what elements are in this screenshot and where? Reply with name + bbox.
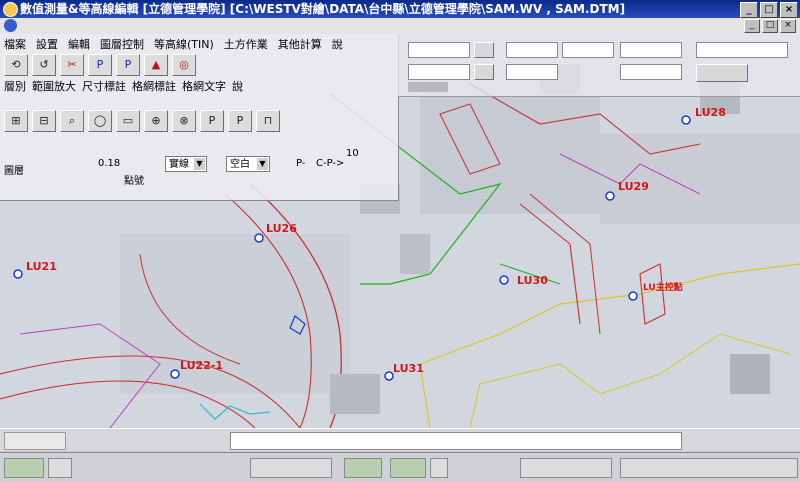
rect-icon[interactable]: ▭	[116, 110, 140, 132]
status-cell-5	[390, 458, 426, 478]
minimize-button[interactable]: _	[740, 2, 758, 18]
fill-select[interactable]: 空白 ▼	[226, 156, 270, 172]
point-label: LU28	[695, 106, 726, 119]
app-icon	[3, 2, 18, 17]
point-p2-icon[interactable]: P	[228, 110, 252, 132]
layer-label: 圖層	[4, 166, 24, 177]
command-bar	[0, 428, 800, 451]
maximize-button[interactable]: □	[760, 2, 778, 18]
zoom-icon[interactable]: ⌕	[60, 110, 84, 132]
point-label: LU主控點	[643, 281, 683, 293]
point-label: LU30	[517, 274, 548, 287]
doc-minimize-button[interactable]: _	[744, 19, 760, 33]
target-icon[interactable]: ⊕	[144, 110, 168, 132]
close-button[interactable]: ×	[780, 2, 798, 18]
cut-button[interactable]: ✂	[60, 54, 84, 76]
line-type-select[interactable]: 實線 ▼	[165, 156, 207, 172]
title-bar: 數值測量&等高線編輯 [立德管理學院] [C:\WESTV對繪\DATA\台中縣…	[0, 0, 800, 18]
no-entry-icon[interactable]: ◎	[172, 54, 196, 76]
grid-plus-icon[interactable]: ⊞	[4, 110, 28, 132]
toolbar-row-2: 層別 範圍放大 尺寸標註 格網標註 格網文字 說	[4, 78, 243, 94]
point-label: LU21	[26, 260, 57, 273]
status-cell-2	[48, 458, 72, 478]
zoom-range-tab[interactable]: 範圍放大	[32, 78, 76, 94]
prop-field-8[interactable]	[620, 64, 682, 80]
dimension-tab[interactable]: 尺寸標註	[82, 78, 126, 94]
status-cell-8	[620, 458, 798, 478]
toolbar-row-3: ⊞ ⊟ ⌕ ◯ ▭ ⊕ ⊗ P P ⊓	[4, 110, 280, 132]
point-label: LU26	[266, 222, 297, 235]
fill-value: 空白	[230, 159, 250, 170]
property-panel	[398, 34, 800, 97]
cross-circle-icon[interactable]: ⊗	[172, 110, 196, 132]
status-cell-6	[430, 458, 448, 478]
redo-button[interactable]: ↺	[32, 54, 56, 76]
line-type-value: 實線	[169, 159, 189, 170]
menu-edit[interactable]: 編輯	[68, 36, 90, 50]
menu-help[interactable]: 說	[332, 36, 343, 50]
point-button[interactable]: P	[88, 54, 112, 76]
point-label: LU31	[393, 362, 424, 375]
menu-layer[interactable]: 圖層控制	[100, 36, 144, 50]
menu-file[interactable]: 檔案	[4, 36, 26, 50]
menu-contour[interactable]: 等高線(TIN)	[154, 36, 214, 50]
command-prefix	[4, 432, 66, 450]
point-p-icon[interactable]: P	[200, 110, 224, 132]
command-input[interactable]	[230, 432, 682, 450]
prop-field-1[interactable]	[408, 42, 470, 58]
line-width-value: 0.18	[98, 158, 121, 169]
undo-button[interactable]: ⟲	[4, 54, 28, 76]
p-minus-label[interactable]: P-	[296, 158, 305, 169]
triangle-button[interactable]: ▲	[144, 54, 168, 76]
point-label-text: 點號	[124, 176, 144, 187]
prop-field-3[interactable]	[562, 42, 614, 58]
point2-button[interactable]: P	[116, 54, 140, 76]
circle-icon[interactable]: ◯	[88, 110, 112, 132]
prop-button-2[interactable]	[474, 64, 494, 80]
menu-calc[interactable]: 其他計算	[278, 36, 322, 50]
mdi-bar: _ □ ×	[0, 18, 800, 35]
prop-button-1[interactable]	[474, 42, 494, 58]
grid-mark-tab[interactable]: 格網標註	[132, 78, 176, 94]
tool-panel: 檔案 設置 編輯 圖層控制 等高線(TIN) 土方作業 其他計算 說 ⟲ ↺ ✂…	[0, 34, 399, 201]
status-cell-7	[520, 458, 612, 478]
toolbar-row-1: ⟲ ↺ ✂ P P ▲ ◎	[4, 54, 196, 76]
prop-field-7[interactable]	[506, 64, 558, 80]
bracket-icon[interactable]: ⊓	[256, 110, 280, 132]
layer-tab[interactable]: 層別	[4, 78, 26, 94]
document-icon	[4, 19, 17, 32]
spin-value[interactable]: 10	[346, 148, 359, 159]
c-p-label[interactable]: C-P->	[316, 158, 344, 169]
doc-close-button[interactable]: ×	[780, 19, 796, 33]
prop-field-4[interactable]	[620, 42, 682, 58]
prop-field-6[interactable]	[408, 64, 470, 80]
point-label: LU22-1	[180, 359, 223, 372]
chevron-down-icon: ▼	[194, 158, 205, 170]
grid-minus-icon[interactable]: ⊟	[32, 110, 56, 132]
prop-button-3[interactable]	[696, 64, 748, 82]
menu-earthwork[interactable]: 土方作業	[224, 36, 268, 50]
chevron-down-icon: ▼	[257, 158, 268, 170]
grid-text-tab[interactable]: 格網文字	[182, 78, 226, 94]
status-bar	[0, 452, 800, 482]
status-cell-1	[4, 458, 44, 478]
point-label: LU29	[618, 180, 649, 193]
prop-field-2[interactable]	[506, 42, 558, 58]
status-cell-4	[344, 458, 382, 478]
help-tab[interactable]: 說	[232, 78, 243, 94]
menu-bar: 檔案 設置 編輯 圖層控制 等高線(TIN) 土方作業 其他計算 說	[0, 36, 402, 50]
window-title: 數值測量&等高線編輯 [立德管理學院] [C:\WESTV對繪\DATA\台中縣…	[20, 2, 626, 16]
pixelated-region	[408, 82, 448, 92]
doc-maximize-button[interactable]: □	[762, 19, 778, 33]
menu-setup[interactable]: 設置	[36, 36, 58, 50]
status-cell-3	[250, 458, 332, 478]
prop-field-5[interactable]	[696, 42, 788, 58]
